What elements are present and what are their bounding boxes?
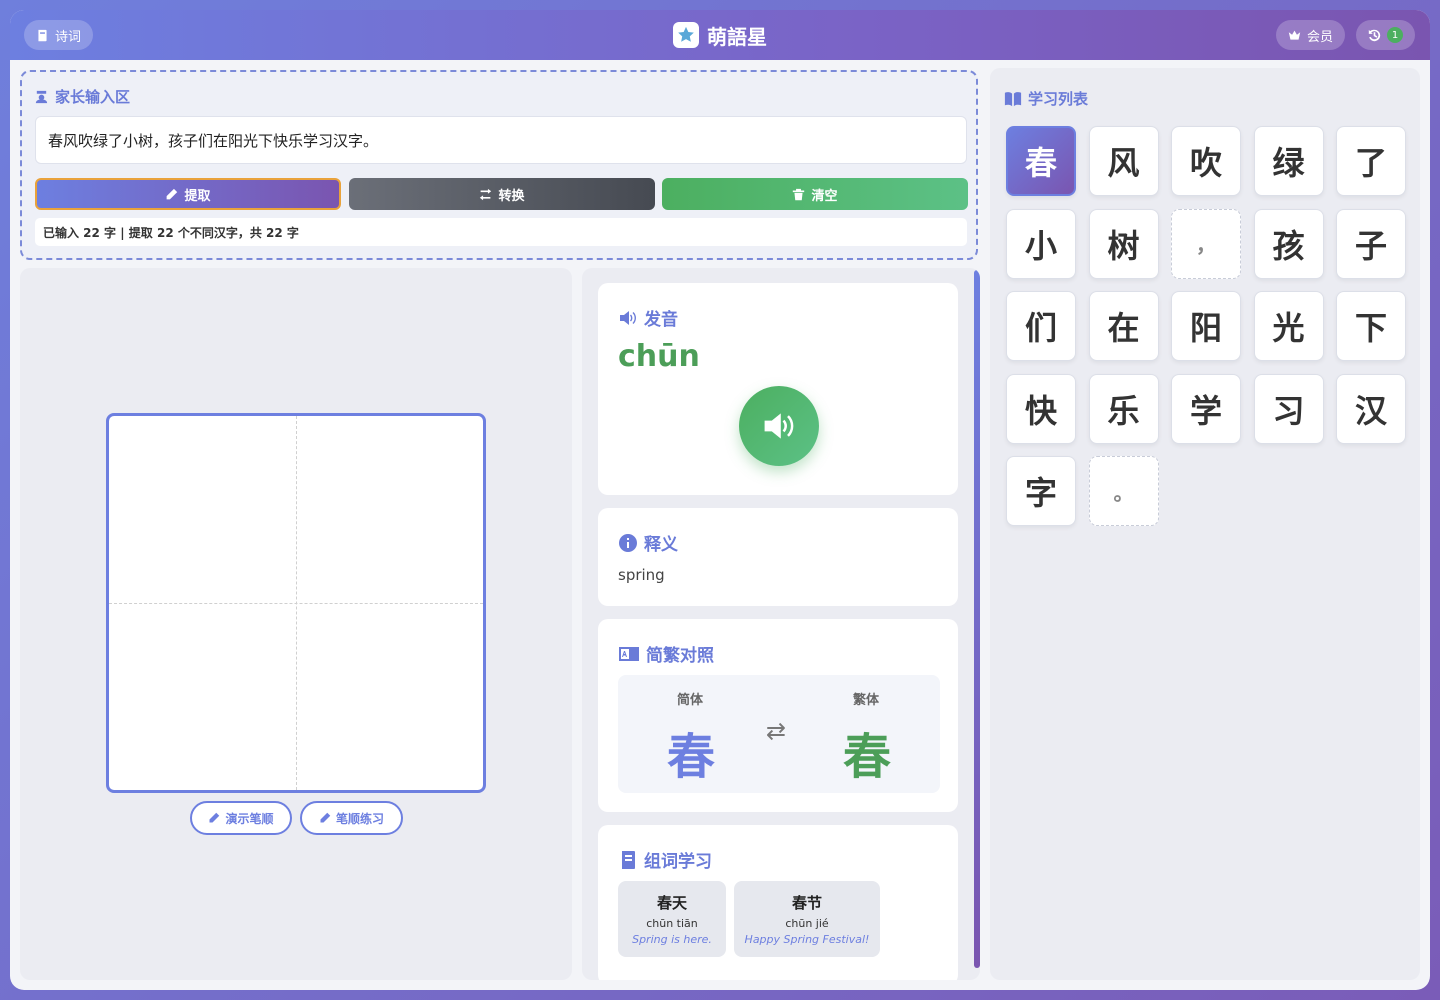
history-count-badge: 1 <box>1387 27 1403 43</box>
simplified-label: 简体 <box>677 693 704 708</box>
user-icon <box>35 90 48 104</box>
char-tile[interactable]: 乐 <box>1088 373 1159 444</box>
info-icon <box>619 533 637 552</box>
word-card-2[interactable]: 春节 chūn jié Happy Spring Festival! <box>734 881 880 957</box>
char-tile[interactable]: 习 <box>1253 373 1324 444</box>
app-logo: 萌語星 <box>673 21 767 50</box>
comparison-card: 简繁对照 简体 繁体 春 ⇄ 春 <box>598 619 958 812</box>
char-tile[interactable]: 绿 <box>1253 126 1324 196</box>
crown-icon <box>1288 30 1301 40</box>
swap-icon <box>480 188 492 200</box>
member-label: 会员 <box>1307 29 1334 45</box>
char-tile[interactable]: 吹 <box>1171 126 1241 196</box>
info-scrollbar[interactable] <box>974 270 980 968</box>
swap-arrow-icon: ⇄ <box>766 717 787 745</box>
word-english: Happy Spring Festival! <box>744 933 870 946</box>
punctuation-tile[interactable]: 。 <box>1088 456 1159 526</box>
star-logo-icon <box>673 22 699 48</box>
traditional-label: 繁体 <box>853 693 880 708</box>
app-title: 萌語星 <box>707 24 767 49</box>
character-info-panel: 发音 chūn 释义 spring 简繁对照 简体 繁体 春 ⇄ 春 组词学习 … <box>582 268 980 980</box>
play-sound-button[interactable] <box>739 386 819 466</box>
words-card: 组词学习 春天 chūn tiān Spring is here. 春节 chū… <box>598 825 958 980</box>
pen-icon <box>209 812 220 823</box>
meaning-title: 释义 <box>618 530 678 555</box>
history-icon <box>1368 29 1381 41</box>
char-tile[interactable]: 孩 <box>1253 208 1324 279</box>
pencil-icon <box>320 812 331 823</box>
pronunciation-title: 发音 <box>618 305 678 330</box>
simplified-char: 春 <box>667 729 716 785</box>
extract-button[interactable]: 提取 <box>35 178 341 210</box>
char-tile[interactable]: 汉 <box>1336 373 1406 444</box>
word-english: Spring is here. <box>632 933 712 946</box>
word-hanzi: 春天 <box>656 894 687 912</box>
words-title: 组词学习 <box>618 847 712 872</box>
history-button[interactable]: 1 <box>1356 20 1415 50</box>
grid-horizontal-guide <box>109 603 483 604</box>
char-tile[interactable]: 子 <box>1336 208 1406 279</box>
char-tile[interactable]: 在 <box>1088 291 1159 361</box>
volume-icon <box>620 310 636 325</box>
member-button[interactable]: 会员 <box>1276 20 1346 50</box>
char-tile[interactable]: 了 <box>1336 126 1406 196</box>
word-pinyin: chūn jié <box>785 917 829 930</box>
open-book-icon <box>1004 91 1022 106</box>
parent-text-input[interactable]: 春风吹绿了小树，孩子们在阳光下快乐学习汉字。 <box>35 116 967 164</box>
writing-grid[interactable] <box>106 413 486 793</box>
char-tile[interactable]: 风 <box>1088 126 1159 196</box>
char-tile[interactable]: 小 <box>1006 208 1076 279</box>
convert-button[interactable]: 转换 <box>349 178 655 210</box>
book-icon <box>38 29 47 41</box>
pronunciation-card: 发音 chūn <box>598 283 958 495</box>
parent-input-title: 家长输入区 <box>34 86 130 107</box>
parent-input-area: 家长输入区 春风吹绿了小树，孩子们在阳光下快乐学习汉字。 提取 转换 清空 已输… <box>20 70 978 260</box>
app-frame: 诗词 萌語星 会员 1 家长输入区 春风吹绿了小树，孩子们在阳光下快乐学习汉字。… <box>10 10 1430 990</box>
poems-button[interactable]: 诗词 <box>24 20 94 50</box>
writing-panel: 演示笔顺 笔顺练习 <box>20 268 572 980</box>
trash-icon <box>793 188 805 200</box>
char-tile[interactable]: 们 <box>1006 291 1076 361</box>
char-tile[interactable]: 春 <box>1006 126 1076 196</box>
pinyin-text: chūn <box>618 339 700 374</box>
volume-icon <box>764 413 794 439</box>
meaning-card: 释义 spring <box>598 508 958 606</box>
char-tile[interactable]: 字 <box>1006 456 1076 526</box>
comparison-title: 简繁对照 <box>618 641 714 666</box>
input-stats: 已输入 22 字 | 提取 22 个不同汉字，共 22 字 <box>35 218 967 246</box>
clear-button[interactable]: 清空 <box>662 178 968 210</box>
practice-stroke-button[interactable]: 笔顺练习 <box>300 801 403 835</box>
punctuation-tile[interactable]: ， <box>1171 208 1241 279</box>
char-tile[interactable]: 树 <box>1088 208 1159 279</box>
meaning-text: spring <box>618 566 665 584</box>
notebook-icon <box>622 850 635 869</box>
char-tile[interactable]: 快 <box>1006 373 1076 444</box>
word-card-1[interactable]: 春天 chūn tiān Spring is here. <box>618 881 726 957</box>
learning-list-panel: 学习列表 春风吹绿了小树，孩子们在阳光下快乐学习汉字。 <box>990 68 1420 980</box>
top-header: 诗词 萌語星 会员 1 <box>10 10 1430 60</box>
char-tile[interactable]: 下 <box>1336 291 1406 361</box>
traditional-char: 春 <box>843 729 892 785</box>
language-icon <box>619 646 639 661</box>
char-tile[interactable]: 阳 <box>1171 291 1241 361</box>
word-hanzi: 春节 <box>791 894 822 912</box>
char-tile[interactable]: 学 <box>1171 373 1241 444</box>
word-pinyin: chūn tiān <box>646 917 698 930</box>
char-tile[interactable]: 光 <box>1253 291 1324 361</box>
demo-stroke-button[interactable]: 演示笔顺 <box>190 801 292 835</box>
comparison-box: 简体 繁体 春 ⇄ 春 <box>618 675 940 793</box>
pencil-icon <box>167 188 178 199</box>
poems-label: 诗词 <box>55 29 82 45</box>
learning-list-title: 学习列表 <box>1004 88 1088 109</box>
